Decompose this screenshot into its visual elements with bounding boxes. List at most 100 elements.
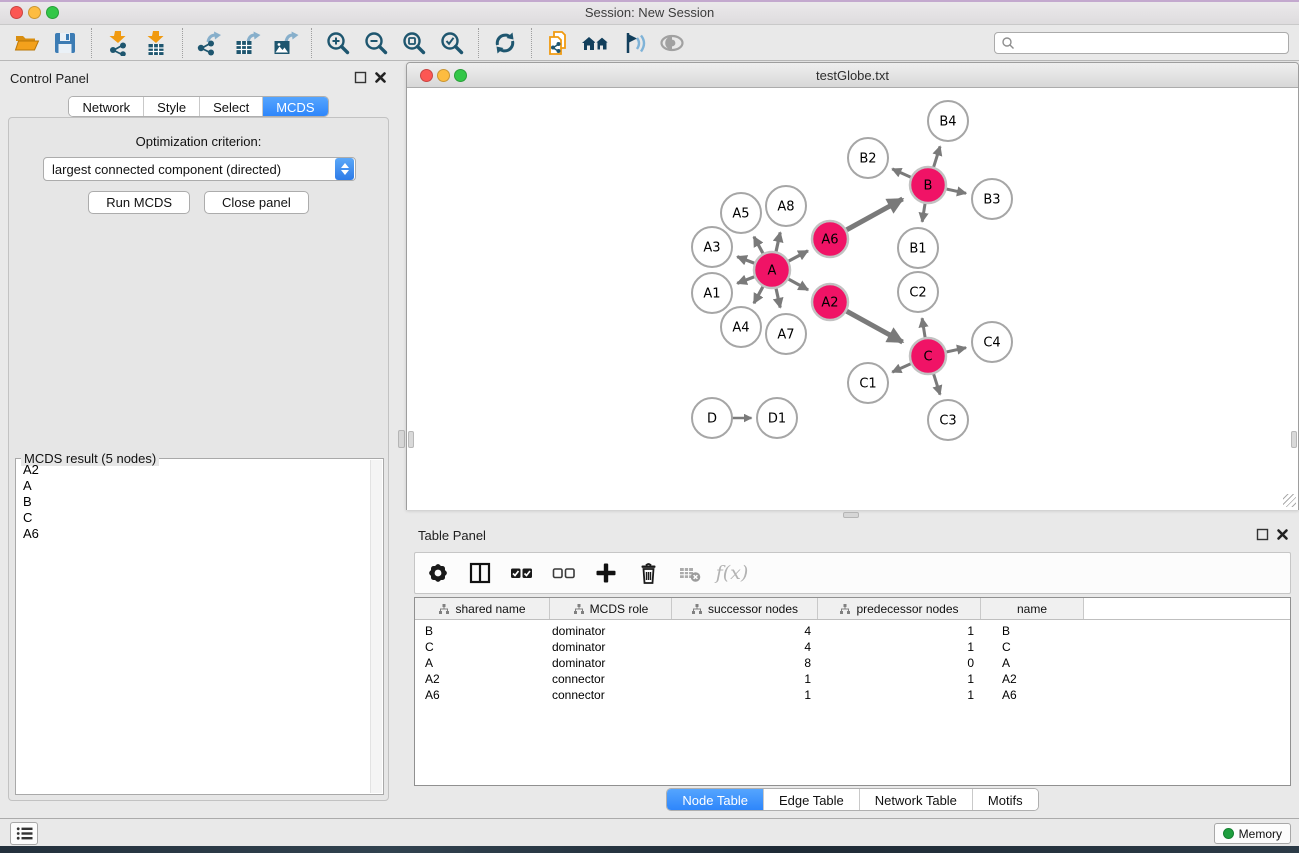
- import-table-button[interactable]: [137, 27, 175, 59]
- search-field[interactable]: [994, 32, 1289, 54]
- network-graph[interactable]: A A1 A2 A3 A4 A5 A6 A7 A8 B B1 B2 B3B4 C C1 C2 C3C4 D D1: [407, 89, 1298, 510]
- table-row[interactable]: Adominator80A: [415, 655, 1290, 671]
- close-panel-icon[interactable]: [374, 71, 387, 84]
- network-from-selection-button[interactable]: [539, 27, 577, 59]
- result-scrollbar[interactable]: [370, 460, 382, 793]
- split-panel-button[interactable]: [465, 558, 495, 588]
- graph-node-C4[interactable]: C4: [972, 322, 1012, 362]
- graph-node-A7[interactable]: A7: [766, 314, 806, 354]
- cell: A2: [415, 671, 550, 687]
- optimization-criterion-select[interactable]: largest connected component (directed): [43, 157, 356, 181]
- table-row[interactable]: A2connector11A2: [415, 671, 1290, 687]
- export-image-button[interactable]: [266, 27, 304, 59]
- graph-node-C[interactable]: C: [910, 338, 946, 374]
- memory-button[interactable]: Memory: [1214, 823, 1291, 844]
- network-window-title: testGlobe.txt: [407, 68, 1298, 83]
- result-item[interactable]: B: [17, 494, 370, 510]
- task-history-button[interactable]: [10, 822, 38, 845]
- result-item[interactable]: A6: [17, 526, 370, 542]
- import-network-button[interactable]: [99, 27, 137, 59]
- tab-mcds[interactable]: MCDS: [262, 97, 327, 116]
- vertical-splitter[interactable]: [397, 61, 406, 818]
- splitter-handle[interactable]: [843, 512, 859, 518]
- graph-node-A8[interactable]: A8: [766, 186, 806, 226]
- export-network-icon: [196, 30, 222, 56]
- zoom-fit-icon: [401, 30, 427, 56]
- table-row[interactable]: Bdominator41B: [415, 623, 1290, 639]
- open-session-button[interactable]: [8, 27, 46, 59]
- run-mcds-button[interactable]: Run MCDS: [88, 191, 190, 214]
- graph-node-B1[interactable]: B1: [898, 228, 938, 268]
- close-panel-icon[interactable]: [1276, 528, 1289, 541]
- graphics-details-button[interactable]: [615, 27, 653, 59]
- table-row[interactable]: Cdominator41C: [415, 639, 1290, 655]
- search-input[interactable]: [1019, 36, 1282, 50]
- graph-node-D1[interactable]: D1: [757, 398, 797, 438]
- refresh-button[interactable]: [486, 27, 524, 59]
- home-button[interactable]: [577, 27, 615, 59]
- zoom-selected-button[interactable]: [433, 27, 471, 59]
- export-network-button[interactable]: [190, 27, 228, 59]
- cell: 8: [672, 655, 818, 671]
- graph-node-B[interactable]: B: [910, 167, 946, 203]
- tab-edge-table[interactable]: Edge Table: [763, 789, 859, 810]
- tab-style[interactable]: Style: [143, 97, 199, 116]
- graph-node-A[interactable]: A: [754, 252, 790, 288]
- select-all-columns-button[interactable]: [507, 558, 537, 588]
- status-bar: Memory: [0, 818, 1299, 846]
- splitter-handle[interactable]: [398, 430, 405, 448]
- horizontal-splitter[interactable]: [406, 510, 1299, 520]
- graph-node-A2[interactable]: A2: [812, 284, 848, 320]
- deselect-all-columns-button[interactable]: [549, 558, 579, 588]
- graph-node-B4[interactable]: B4: [928, 101, 968, 141]
- result-item[interactable]: A2: [17, 462, 370, 478]
- result-item[interactable]: C: [17, 510, 370, 526]
- graph-node-C2[interactable]: C2: [898, 272, 938, 312]
- zoom-fit-button[interactable]: [395, 27, 433, 59]
- graph-node-D[interactable]: D: [692, 398, 732, 438]
- window-resize-grip[interactable]: [1283, 494, 1296, 507]
- graph-node-A3[interactable]: A3: [692, 227, 732, 267]
- graph-node-A1[interactable]: A1: [692, 273, 732, 313]
- right-scrollbar-thumb[interactable]: [1291, 431, 1297, 448]
- export-table-button[interactable]: [228, 27, 266, 59]
- column-header-successor-nodes[interactable]: successor nodes: [672, 598, 818, 619]
- graph-node-A6[interactable]: A6: [812, 221, 848, 257]
- network-window-titlebar[interactable]: testGlobe.txt: [407, 63, 1298, 88]
- graph-node-B2[interactable]: B2: [848, 138, 888, 178]
- zoom-in-button[interactable]: [319, 27, 357, 59]
- graph-node-C1[interactable]: C1: [848, 363, 888, 403]
- svg-text:D: D: [707, 412, 717, 427]
- graph-node-A5[interactable]: A5: [721, 193, 761, 233]
- tab-node-table[interactable]: Node Table: [667, 789, 763, 810]
- column-header-shared-name[interactable]: shared name: [415, 598, 550, 619]
- network-view-window: testGlobe.txt A A1 A2 A3 A4 A5 A6 A7 A8 B B1 B2 B3B4…: [406, 62, 1299, 510]
- zoom-out-button[interactable]: [357, 27, 395, 59]
- float-panel-icon[interactable]: [1256, 528, 1269, 541]
- network-canvas[interactable]: A A1 A2 A3 A4 A5 A6 A7 A8 B B1 B2 B3B4 C C1 C2 C3C4 D D1: [407, 89, 1298, 510]
- tab-select[interactable]: Select: [199, 97, 262, 116]
- table-row[interactable]: A6connector11A6: [415, 687, 1290, 703]
- graph-node-C3[interactable]: C3: [928, 400, 968, 440]
- import-network-icon: [105, 30, 131, 56]
- graph-node-A4[interactable]: A4: [721, 307, 761, 347]
- float-panel-icon[interactable]: [354, 71, 367, 84]
- tab-network[interactable]: Network: [69, 97, 143, 116]
- delete-column-button[interactable]: [633, 558, 663, 588]
- create-column-button[interactable]: [591, 558, 621, 588]
- close-panel-button[interactable]: Close panel: [204, 191, 309, 214]
- tab-network-table[interactable]: Network Table: [859, 789, 972, 810]
- mcds-result-list[interactable]: A2ABCA6: [17, 462, 370, 793]
- column-header-MCDS-role[interactable]: MCDS role: [550, 598, 672, 619]
- graph-node-B3[interactable]: B3: [972, 179, 1012, 219]
- cell: B: [415, 623, 550, 639]
- column-header-name[interactable]: name: [981, 598, 1084, 619]
- save-session-button[interactable]: [46, 27, 84, 59]
- table-settings-button[interactable]: [423, 558, 453, 588]
- toolbar-separator: [311, 28, 312, 58]
- tab-motifs[interactable]: Motifs: [972, 789, 1038, 810]
- cell: 1: [818, 671, 981, 687]
- column-header-predecessor-nodes[interactable]: predecessor nodes: [818, 598, 981, 619]
- result-item[interactable]: A: [17, 478, 370, 494]
- left-scrollbar-thumb[interactable]: [408, 431, 414, 448]
